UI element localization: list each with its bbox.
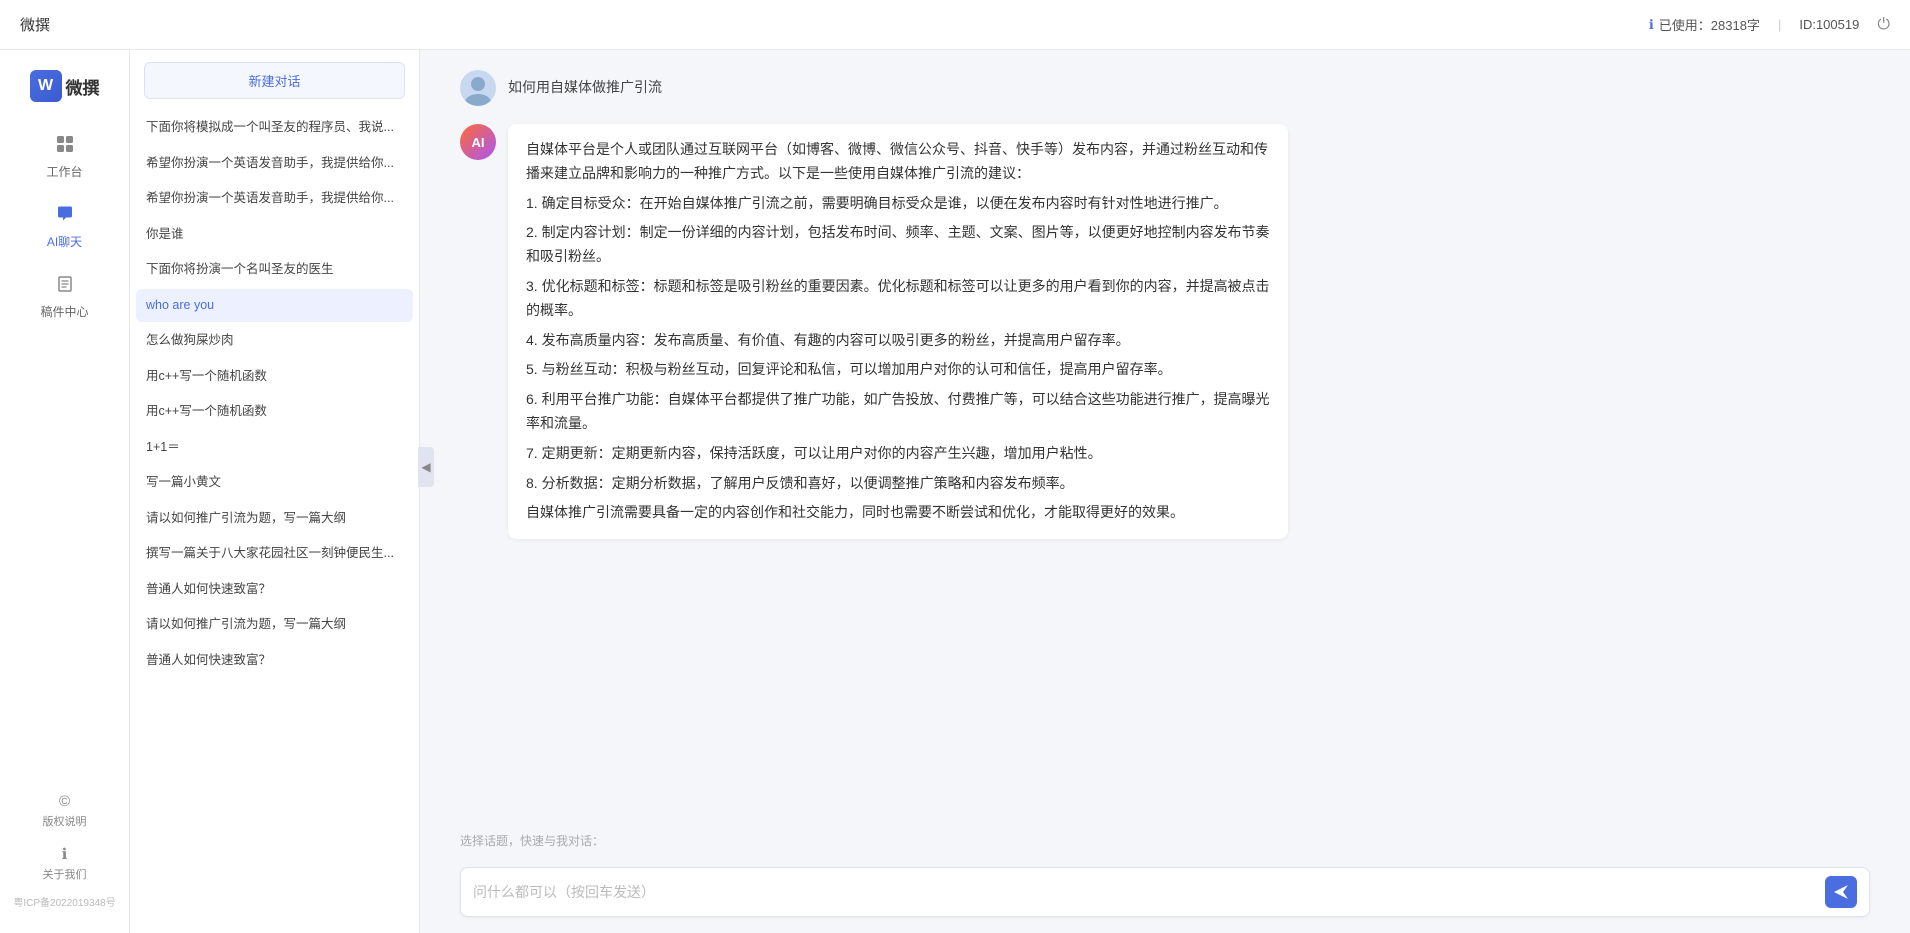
usage-icon: ℹ bbox=[1649, 17, 1654, 33]
history-item[interactable]: 请以如何推广引流为题，写一篇大纲 bbox=[136, 502, 413, 536]
ai-message-row: AI 自媒体平台是个人或团队通过互联网平台（如博客、微博、微信公众号、抖音、快手… bbox=[460, 124, 1870, 539]
history-item[interactable]: 下面你将扮演一个名叫圣友的医生 bbox=[136, 253, 413, 287]
history-sidebar: 新建对话 下面你将模拟成一个叫圣友的程序员、我说...希望你扮演一个英语发音助手… bbox=[130, 50, 420, 933]
nav-bottom: © 版权说明 ℹ 关于我们 粤ICP备2022019348号 bbox=[0, 785, 129, 923]
ai-para-3: 3. 优化标题和标签：标题和标签是吸引粉丝的重要因素。优化标题和标签可以让更多的… bbox=[526, 275, 1270, 323]
history-item[interactable]: 怎么做狗屎炒肉 bbox=[136, 324, 413, 358]
user-avatar bbox=[460, 70, 496, 106]
history-item[interactable]: 你是谁 bbox=[136, 218, 413, 252]
copyright-label: 版权说明 bbox=[43, 813, 87, 829]
ai-para-0: 自媒体平台是个人或团队通过互联网平台（如博客、微博、微信公众号、抖音、快手等）发… bbox=[526, 138, 1270, 186]
history-item[interactable]: 下面你将模拟成一个叫圣友的程序员、我说... bbox=[136, 111, 413, 145]
logo-text: 微撰 bbox=[66, 74, 100, 99]
usage-text: 已使用：28318字 bbox=[1659, 15, 1760, 34]
sidebar-item-ai-chat[interactable]: AI聊天 bbox=[0, 192, 129, 262]
history-item[interactable]: 普通人如何快速致富？ bbox=[136, 644, 413, 678]
user-message-row: 如何用自媒体做推广引流 bbox=[460, 70, 1870, 106]
chat-input[interactable] bbox=[473, 874, 1825, 910]
chat-messages: 如何用自媒体做推广引流 AI 自媒体平台是个人或团队通过互联网平台（如博客、微博… bbox=[420, 50, 1910, 824]
topbar-right: ℹ 已使用：28318字 | ID:100519 ⏻ bbox=[1649, 15, 1890, 34]
drafts-label: 稿件中心 bbox=[40, 303, 88, 320]
left-nav: W 微撰 工作台 AI聊天 稿件中心 bbox=[0, 50, 130, 933]
nav-items: 工作台 AI聊天 稿件中心 bbox=[0, 122, 129, 785]
suggestions-label: 选择话题，快速与我对话： bbox=[460, 832, 1870, 849]
send-button[interactable] bbox=[1825, 876, 1857, 908]
history-item[interactable]: 用c++写一个随机函数 bbox=[136, 395, 413, 429]
about-label: 关于我们 bbox=[43, 866, 87, 882]
history-item[interactable]: 普通人如何快速致富？ bbox=[136, 573, 413, 607]
sidebar-item-copyright[interactable]: © 版权说明 bbox=[0, 785, 129, 837]
input-box bbox=[460, 867, 1870, 917]
collapse-sidebar-button[interactable]: ◀ bbox=[418, 447, 434, 487]
logo-w-icon: W bbox=[30, 70, 62, 102]
history-item[interactable]: 写一篇小黄文 bbox=[136, 466, 413, 500]
sidebar-item-drafts[interactable]: 稿件中心 bbox=[0, 262, 129, 332]
history-list: 下面你将模拟成一个叫圣友的程序员、我说...希望你扮演一个英语发音助手，我提供给… bbox=[130, 111, 419, 933]
history-item[interactable]: 希望你扮演一个英语发音助手，我提供给你... bbox=[136, 182, 413, 216]
icp-text: 粤ICP备2022019348号 bbox=[0, 890, 129, 913]
ai-para-8: 8. 分析数据：定期分析数据，了解用户反馈和喜好，以便调整推广策略和内容发布频率… bbox=[526, 472, 1270, 496]
sidebar-item-about[interactable]: ℹ 关于我们 bbox=[0, 837, 129, 890]
user-message-text: 如何用自媒体做推广引流 bbox=[508, 70, 662, 100]
input-area bbox=[420, 859, 1910, 933]
main-layout: W 微撰 工作台 AI聊天 稿件中心 bbox=[0, 50, 1910, 933]
ai-chat-icon bbox=[55, 204, 75, 229]
usage-info: ℹ 已使用：28318字 bbox=[1649, 15, 1760, 34]
workbench-label: 工作台 bbox=[46, 163, 82, 180]
ai-message-text: 自媒体平台是个人或团队通过互联网平台（如博客、微博、微信公众号、抖音、快手等）发… bbox=[508, 124, 1288, 539]
about-icon: ℹ bbox=[62, 845, 68, 863]
history-item[interactable]: 1+1＝ bbox=[136, 431, 413, 465]
new-chat-button[interactable]: 新建对话 bbox=[144, 62, 405, 99]
history-item[interactable]: 撰写一篇关于八大家花园社区一刻钟便民生... bbox=[136, 537, 413, 571]
ai-avatar: AI bbox=[460, 124, 496, 160]
drafts-icon bbox=[55, 274, 75, 299]
topbar: 微撰 ℹ 已使用：28318字 | ID:100519 ⏻ bbox=[0, 0, 1910, 50]
ai-para-4: 4. 发布高质量内容：发布高质量、有价值、有趣的内容可以吸引更多的粉丝，并提高用… bbox=[526, 329, 1270, 353]
chat-area: 如何用自媒体做推广引流 AI 自媒体平台是个人或团队通过互联网平台（如博客、微博… bbox=[420, 50, 1910, 933]
logo-area: W 微撰 bbox=[30, 60, 100, 122]
ai-para-6: 6. 利用平台推广功能：自媒体平台都提供了推广功能，如广告投放、付费推广等，可以… bbox=[526, 388, 1270, 436]
ai-para-7: 7. 定期更新：定期更新内容，保持活跃度，可以让用户对你的内容产生兴趣，增加用户… bbox=[526, 442, 1270, 466]
user-id: ID:100519 bbox=[1799, 17, 1859, 32]
suggestions-area: 选择话题，快速与我对话： bbox=[420, 824, 1910, 859]
ai-para-2: 2. 制定内容计划：制定一份详细的内容计划，包括发布时间、频率、主题、文案、图片… bbox=[526, 221, 1270, 269]
ai-chat-label: AI聊天 bbox=[47, 233, 82, 250]
topbar-separator: | bbox=[1778, 17, 1781, 32]
history-item[interactable]: who are you bbox=[136, 289, 413, 323]
history-item[interactable]: 希望你扮演一个英语发音助手，我提供给你... bbox=[136, 147, 413, 181]
history-item[interactable]: 请以如何推广引流为题，写一篇大纲 bbox=[136, 608, 413, 642]
history-item[interactable]: 用c++写一个随机函数 bbox=[136, 360, 413, 394]
sidebar-item-workbench[interactable]: 工作台 bbox=[0, 122, 129, 192]
workbench-icon bbox=[55, 134, 75, 159]
ai-para-1: 1. 确定目标受众：在开始自媒体推广引流之前，需要明确目标受众是谁，以便在发布内… bbox=[526, 192, 1270, 216]
ai-para-9: 自媒体推广引流需要具备一定的内容创作和社交能力，同时也需要不断尝试和优化，才能取… bbox=[526, 501, 1270, 525]
topbar-title: 微撰 bbox=[20, 14, 50, 35]
power-icon[interactable]: ⏻ bbox=[1877, 16, 1890, 34]
ai-para-5: 5. 与粉丝互动：积极与粉丝互动，回复评论和私信，可以增加用户对你的认可和信任，… bbox=[526, 358, 1270, 382]
copyright-icon: © bbox=[59, 793, 70, 810]
